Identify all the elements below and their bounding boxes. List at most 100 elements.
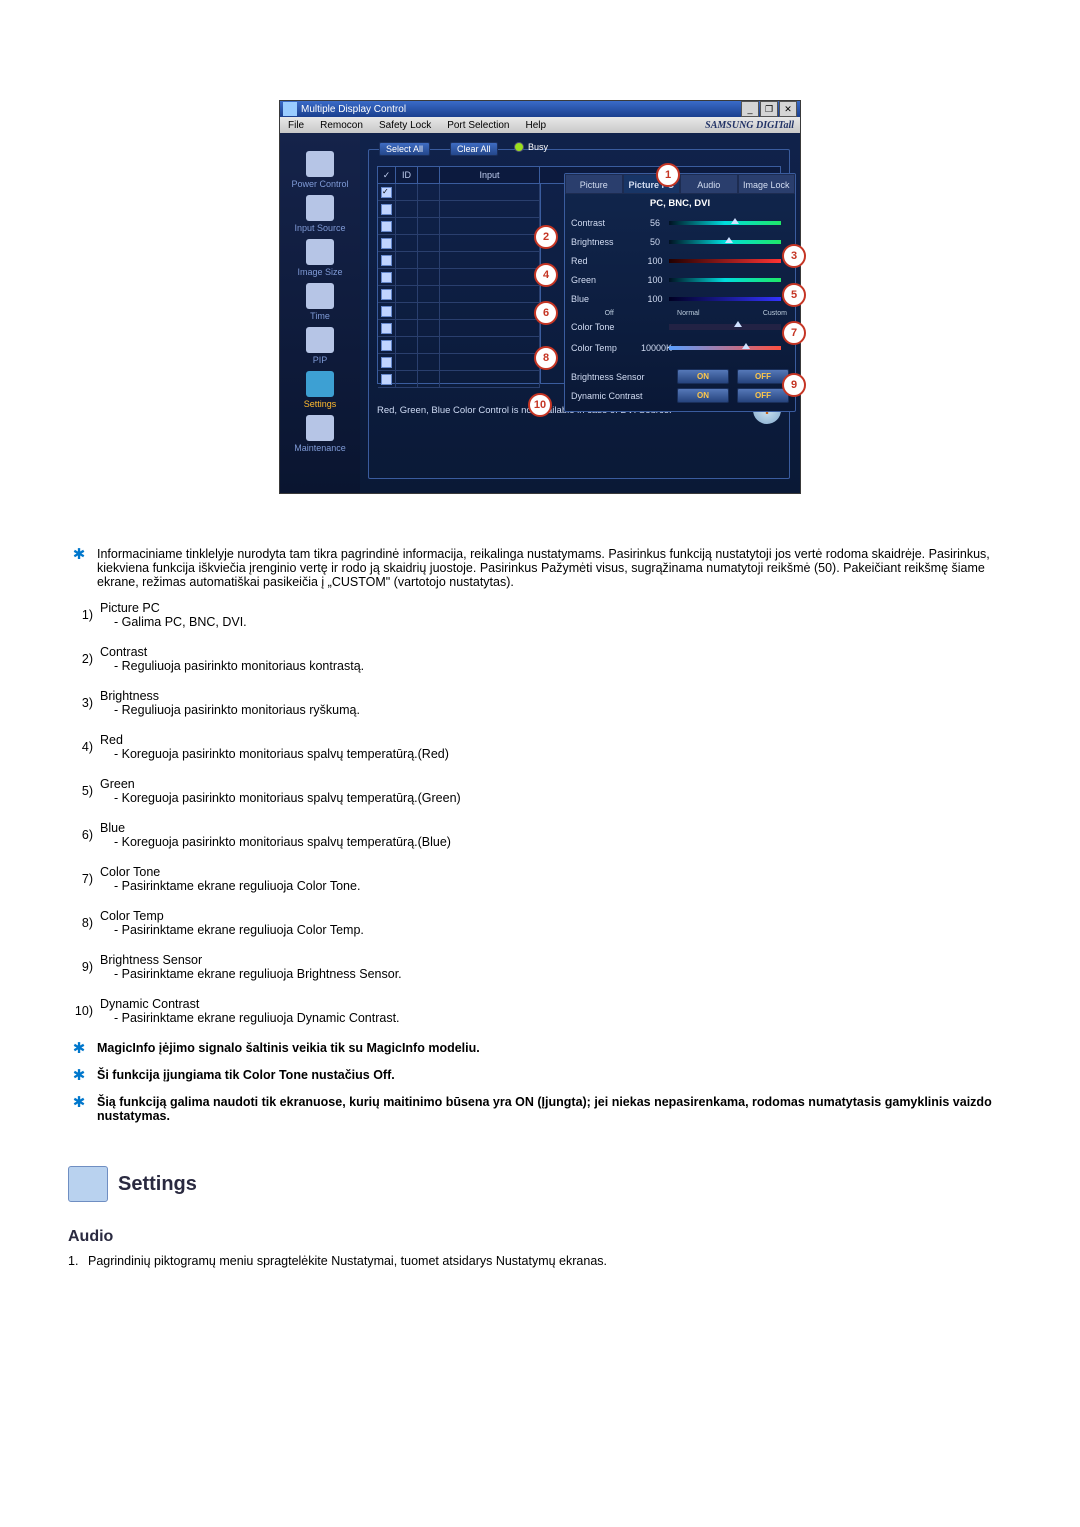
item-title: Blue (100, 821, 125, 835)
restore-button[interactable]: ❐ (760, 101, 778, 117)
sidebar-item-image-size[interactable]: Image Size (297, 239, 342, 277)
color-temp-slider[interactable] (669, 346, 781, 350)
blue-label: Blue (571, 294, 641, 304)
checkbox-icon[interactable] (381, 238, 392, 249)
callout-9: 9 (782, 373, 806, 397)
control-color-temp: Color Temp 10000K (565, 338, 795, 357)
step-list: 1.Pagrindinių piktogramų meniu spragtelė… (68, 1254, 1012, 1268)
table-row[interactable] (378, 337, 540, 354)
sidebar-item-pip[interactable]: PIP (306, 327, 334, 365)
checkbox-icon[interactable] (381, 374, 392, 385)
busy-indicator: Busy (514, 142, 548, 152)
checkbox-icon[interactable] (381, 323, 392, 334)
color-tone-slider[interactable] (669, 324, 781, 330)
checkbox-icon[interactable] (381, 255, 392, 266)
menu-port-selection[interactable]: Port Selection (439, 120, 517, 131)
table-row[interactable] (378, 184, 540, 201)
star-note-2: ✱Ši funkcija įjungiama tik Color Tone nu… (68, 1065, 398, 1086)
sidebar-label: Maintenance (294, 443, 346, 453)
settings-icon (306, 371, 334, 397)
checkbox-icon[interactable] (381, 272, 392, 283)
tab-audio[interactable]: Audio (680, 174, 738, 194)
checkbox-icon[interactable] (381, 187, 392, 198)
menu-remocon[interactable]: Remocon (312, 120, 371, 131)
table-row[interactable] (378, 371, 540, 388)
dynamic-contrast-on-button[interactable]: ON (677, 388, 729, 403)
sidebar-item-maintenance[interactable]: Maintenance (294, 415, 346, 453)
sidebar-item-settings[interactable]: Settings (304, 371, 337, 409)
sidebar-label: Image Size (297, 267, 342, 277)
contrast-label: Contrast (571, 218, 641, 228)
busy-icon (514, 142, 524, 152)
table-row[interactable] (378, 201, 540, 218)
item-num: 9) (70, 952, 97, 982)
table-row[interactable] (378, 354, 540, 371)
table-row[interactable] (378, 286, 540, 303)
window-buttons: _ ❐ ✕ (741, 101, 797, 117)
control-brightness: Brightness 50 (565, 232, 795, 251)
sidebar-item-power-control[interactable]: Power Control (291, 151, 348, 189)
color-tone-label: Color Tone (571, 322, 641, 332)
input-icon (306, 195, 334, 221)
brightness-sensor-off-button[interactable]: OFF (737, 369, 789, 384)
control-red: Red 100 (565, 251, 795, 270)
red-slider[interactable] (669, 259, 781, 263)
red-value: 100 (641, 256, 669, 266)
clear-all-button[interactable]: Clear All (450, 142, 498, 156)
blue-slider[interactable] (669, 297, 781, 301)
brightness-sensor-on-button[interactable]: ON (677, 369, 729, 384)
tab-picture[interactable]: Picture (565, 174, 623, 194)
item-desc: - Pasirinktame ekrane reguliuoja Color T… (100, 879, 360, 893)
checkbox-icon[interactable] (381, 289, 392, 300)
col-check: ✓ (378, 167, 396, 183)
green-value: 100 (641, 275, 669, 285)
select-all-button[interactable]: Select All (379, 142, 430, 156)
menu-help[interactable]: Help (517, 120, 554, 131)
callout-1: 1 (656, 163, 680, 187)
callout-4: 4 (534, 263, 558, 287)
item-desc: - Pasirinktame ekrane reguliuoja Dynamic… (100, 1011, 400, 1025)
table-row[interactable] (378, 303, 540, 320)
tone-opt: Custom (763, 310, 787, 317)
item-title: Picture PC (100, 601, 160, 615)
sidebar-item-time[interactable]: Time (306, 283, 334, 321)
control-color-tone: Off Normal Custom Color Tone (565, 308, 795, 338)
sidebar-item-input-source[interactable]: Input Source (294, 195, 345, 233)
table-row[interactable] (378, 320, 540, 337)
star-note-text: Šią funkciją galima naudoti tik ekranuos… (96, 1094, 1010, 1124)
checkbox-icon[interactable] (381, 357, 392, 368)
col-input: Input (440, 167, 540, 183)
item-num: 10) (70, 996, 97, 1026)
tab-image-lock[interactable]: Image Lock (738, 174, 796, 194)
star-icon: ✱ (71, 547, 87, 562)
checkbox-icon[interactable] (381, 204, 392, 215)
close-button[interactable]: ✕ (779, 101, 797, 117)
maintenance-icon (306, 415, 334, 441)
menu-file[interactable]: File (280, 120, 312, 131)
item-num: 3) (70, 688, 97, 718)
minimize-button[interactable]: _ (741, 101, 759, 117)
item-desc: - Koreguoja pasirinkto monitoriaus spalv… (100, 791, 461, 805)
menu-safety-lock[interactable]: Safety Lock (371, 120, 439, 131)
dynamic-contrast-off-button[interactable]: OFF (737, 388, 789, 403)
window-title: Multiple Display Control (297, 104, 741, 115)
item-title: Brightness (100, 689, 159, 703)
table-row[interactable] (378, 235, 540, 252)
green-slider[interactable] (669, 278, 781, 282)
brightness-slider[interactable] (669, 240, 781, 244)
item-num: 7) (70, 864, 97, 894)
control-brightness-sensor: Brightness Sensor ON OFF (565, 367, 795, 386)
checkbox-icon[interactable] (381, 340, 392, 351)
table-row[interactable] (378, 269, 540, 286)
contrast-slider[interactable] (669, 221, 781, 225)
table-row[interactable] (378, 218, 540, 235)
col-icon (418, 167, 440, 183)
table-row[interactable] (378, 252, 540, 269)
brand-label: SAMSUNG DIGITall (705, 120, 800, 131)
tone-opt: Normal (677, 310, 700, 317)
step-text: Pagrindinių piktogramų meniu spragtelėki… (88, 1254, 607, 1268)
checkbox-icon[interactable] (381, 306, 392, 317)
checkbox-icon[interactable] (381, 221, 392, 232)
callout-7: 7 (782, 321, 806, 345)
section-subtitle: Audio (68, 1228, 1012, 1246)
